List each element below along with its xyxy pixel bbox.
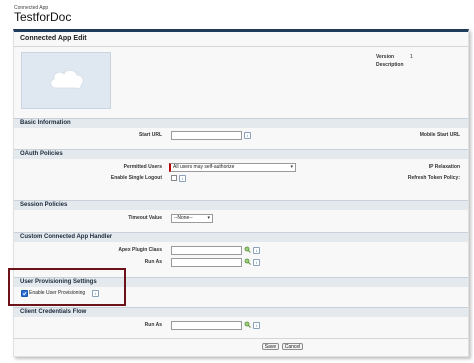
client-run-as-label: Run As xyxy=(144,322,162,328)
description-label: Description xyxy=(376,62,404,68)
timeout-value-select[interactable]: --None-- ▾ xyxy=(171,214,213,223)
section-title: Session Policies xyxy=(20,202,68,208)
version-label: Version xyxy=(376,54,395,60)
apex-plugin-class-label: Apex Plugin Class xyxy=(118,247,162,253)
title-divider xyxy=(14,46,468,47)
chevron-down-icon: ▾ xyxy=(207,215,210,221)
run-as-label: Run As xyxy=(144,259,162,265)
ip-relaxation-label: IP Relaxation xyxy=(428,164,460,170)
connected-app-edit-panel: Connected App Edit Version 1 Description… xyxy=(13,29,469,357)
section-basic-information: Basic Information xyxy=(14,118,468,128)
info-icon[interactable]: i xyxy=(253,247,260,254)
run-as-input[interactable] xyxy=(171,258,242,267)
panel-title: Connected App Edit xyxy=(20,35,87,42)
section-custom-connected-app-handler: Custom Connected App Handler xyxy=(14,232,468,242)
start-url-input[interactable] xyxy=(171,131,242,140)
save-button[interactable]: Save xyxy=(262,343,279,350)
timeout-value-label: Timeout Value xyxy=(128,215,162,221)
info-icon[interactable]: i xyxy=(253,259,260,266)
lookup-icon[interactable] xyxy=(244,321,251,328)
lookup-icon[interactable] xyxy=(244,258,251,265)
footer-divider xyxy=(14,338,468,339)
lookup-icon[interactable] xyxy=(244,246,251,253)
enable-single-logout-label: Enable Single Logout xyxy=(110,175,162,181)
section-client-credentials-flow: Client Credentials Flow xyxy=(14,307,468,317)
chevron-down-icon: ▾ xyxy=(290,164,293,170)
section-title: Client Credentials Flow xyxy=(20,309,87,315)
apex-plugin-class-input[interactable] xyxy=(171,246,242,255)
provisioning-highlight-box xyxy=(8,268,126,306)
info-icon[interactable]: i xyxy=(244,132,251,139)
cloud-icon xyxy=(50,69,84,89)
info-icon[interactable]: i xyxy=(179,175,186,182)
info-icon[interactable]: i xyxy=(253,322,260,329)
section-title: OAuth Policies xyxy=(20,151,63,157)
page-title: TestforDoc xyxy=(14,10,72,24)
start-url-label: Start URL xyxy=(138,132,162,138)
version-value: 1 xyxy=(410,54,413,60)
section-title: Custom Connected App Handler xyxy=(20,234,113,240)
permitted-users-select[interactable]: All users may self-authorize ▾ xyxy=(169,163,296,172)
cancel-button[interactable]: Cancel xyxy=(282,343,303,350)
permitted-users-label: Permitted Users xyxy=(123,164,162,170)
enable-single-logout-checkbox[interactable] xyxy=(171,175,177,181)
section-oauth-policies: OAuth Policies xyxy=(14,149,468,159)
section-title: Basic Information xyxy=(20,120,71,126)
section-session-policies: Session Policies xyxy=(14,200,468,210)
mobile-start-url-label: Mobile Start URL xyxy=(419,132,460,138)
client-run-as-input[interactable] xyxy=(171,321,242,330)
timeout-selected-value: --None-- xyxy=(174,215,193,221)
app-logo-image xyxy=(21,52,111,109)
permitted-users-value: All users may self-authorize xyxy=(173,164,235,170)
refresh-token-policy-label: Refresh Token Policy: xyxy=(407,175,460,181)
